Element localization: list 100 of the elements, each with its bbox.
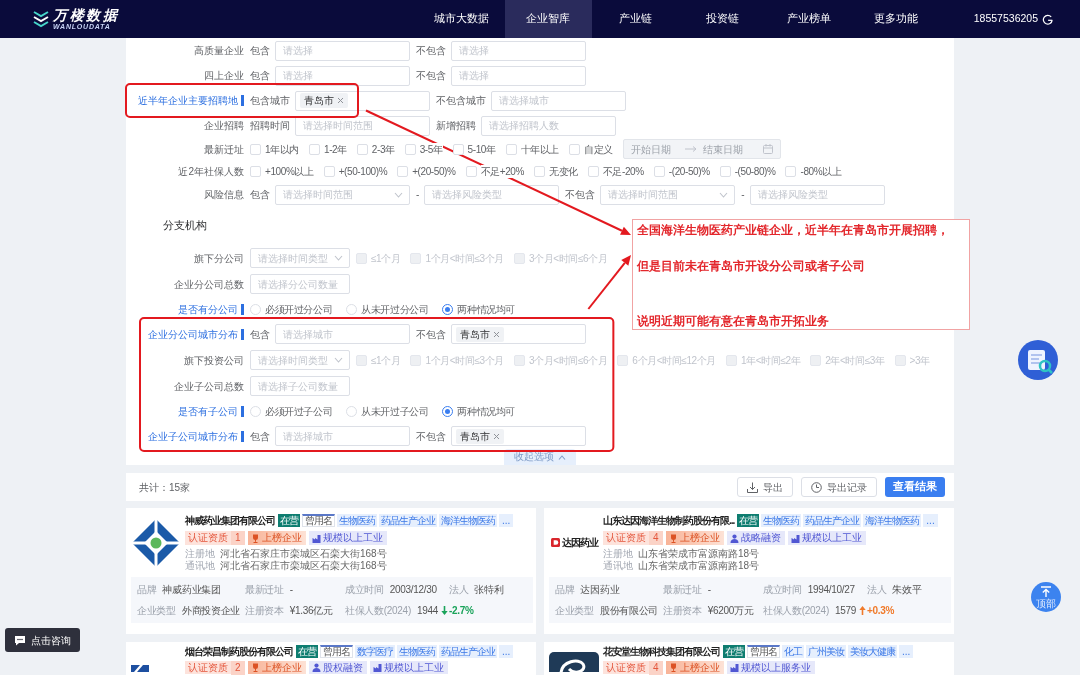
checkbox[interactable] (653, 165, 665, 177)
field-label: 不包含 (416, 44, 446, 57)
city-select-field[interactable]: 青岛市 (451, 426, 586, 446)
checkbox[interactable] (356, 143, 368, 155)
fact-label: 社保人数(2024) (763, 604, 829, 617)
nav-tab[interactable]: 企业智库 (504, 0, 592, 38)
logout-icon[interactable] (1042, 13, 1053, 25)
export-button[interactable]: 导出 (737, 477, 793, 497)
logo-mark-icon (550, 538, 560, 547)
industry-tag: 药品生产企业 (379, 513, 437, 527)
chevron-down-icon (394, 191, 403, 198)
former-name-tab[interactable]: 曾用名 (320, 645, 353, 658)
checkbox-label: +(20-50)% (412, 164, 456, 178)
checkbox[interactable] (534, 165, 545, 177)
company-name[interactable]: 烟台荣昌制药股份有限公司 (185, 645, 293, 658)
arrow-right-icon (684, 146, 697, 152)
company-name[interactable]: 山东达因海洋生物制药股份有限... (603, 513, 735, 527)
annotation-text: 但是目前未在青岛市开设分公司或者子公司 (637, 258, 866, 274)
city-select-field[interactable]: 青岛市 (295, 90, 430, 111)
checkbox-label: 无变化 (549, 164, 578, 178)
radio-button[interactable] (442, 303, 454, 315)
user-phone: 18557536205 (973, 12, 1038, 26)
checkbox[interactable] (465, 165, 477, 177)
tag-label: 认证资质 (605, 531, 647, 545)
address-text: 河北省石家庄市栾城区石栾大街168号 (220, 548, 387, 559)
fact-label: 最新迁址 (663, 583, 702, 596)
view-results-button[interactable]: 查看结果 (885, 477, 945, 497)
filter-label: 风险信息 (204, 189, 244, 200)
annotation-text: 全国海洋生物医药产业链企业，近半年在青岛市开展招聘， (637, 222, 950, 238)
checkbox[interactable] (250, 165, 261, 177)
filter-label: 是否有子公司 (178, 405, 244, 417)
chevron-down-icon (334, 255, 343, 261)
city-select-field[interactable]: 青岛市 (451, 324, 586, 344)
checkbox[interactable] (587, 165, 599, 177)
radio-label: 必须开过子公司 (265, 404, 333, 418)
former-name-tab[interactable]: 曾用名 (302, 513, 335, 527)
field-label: 新增招聘 (436, 119, 476, 132)
checkbox[interactable] (404, 143, 416, 155)
logo-text: 达因药业 (561, 537, 598, 548)
more-tags-button[interactable]: ... (499, 645, 514, 658)
arrow-up-icon (858, 606, 866, 615)
company-name[interactable]: 花安堂生物科技集团有限公司 (603, 645, 720, 658)
close-icon[interactable] (493, 432, 500, 440)
nav-tab[interactable]: 城市大数据 (417, 0, 505, 38)
nav-tab[interactable]: 更多功能 (852, 0, 940, 38)
filter-label: 是否有分公司 (178, 303, 244, 315)
checkbox[interactable] (397, 165, 409, 177)
fact-value: ¥1.36亿元 (289, 604, 333, 617)
checkbox[interactable] (250, 143, 261, 155)
fact-label: 最新迁址 (245, 583, 284, 596)
address-label: 通讯地 (185, 560, 215, 571)
consult-button[interactable]: 点击咨询 (5, 628, 80, 652)
checkbox[interactable] (719, 165, 731, 177)
nav-tab[interactable]: 产业链 (591, 0, 679, 38)
checkbox[interactable] (505, 143, 517, 155)
fact-value: - (289, 583, 293, 596)
fact-value: 股份有限公司 (599, 604, 658, 617)
checkbox[interactable] (785, 165, 797, 177)
company-logo (549, 652, 599, 672)
field-label: 包含 (250, 69, 270, 82)
fact-label: 注册资本 (663, 604, 702, 617)
tag-label: 规模以上工业 (322, 531, 383, 545)
more-tags-button[interactable]: ... (899, 645, 914, 658)
filter-label: 四上企业 (204, 70, 244, 81)
checkbox[interactable] (452, 143, 464, 155)
fact-value: 神威药业集团 (162, 583, 221, 596)
radio-button[interactable] (442, 405, 454, 417)
close-icon[interactable] (493, 330, 500, 338)
status-tag: 在营 (278, 513, 300, 527)
status-tag: 在营 (296, 645, 318, 658)
more-tags-button[interactable]: ... (923, 513, 938, 527)
tag-label: 上榜企业 (261, 660, 302, 675)
close-icon[interactable] (337, 97, 344, 104)
checkbox-label: 自定义 (583, 142, 613, 156)
industry-tag: 药品生产企业 (803, 513, 862, 527)
checkbox[interactable] (308, 143, 320, 155)
former-name-tab[interactable]: 曾用名 (747, 645, 780, 658)
checkbox-label: -(20-50)% (668, 164, 710, 178)
chevron-down-icon (334, 357, 343, 363)
checkbox[interactable] (568, 143, 580, 155)
document-search-icon[interactable] (1018, 340, 1058, 380)
industry-tag: 生物医药 (397, 645, 437, 658)
filter-label: 企业招聘 (204, 120, 244, 131)
section-title: 分支机构 (163, 219, 207, 233)
export-history-button[interactable]: 导出记录 (801, 477, 877, 497)
industry-tag: 化工 (782, 645, 804, 658)
nav-tab[interactable]: 投资链 (678, 0, 766, 38)
tag-label: 认证资质 (187, 660, 229, 675)
filter-label: 旗下分公司 (194, 252, 244, 264)
nav-tab[interactable]: 产业榜单 (765, 0, 853, 38)
fact-value: ¥6200万元 (707, 604, 754, 617)
tag-label: 青岛市 (460, 429, 490, 443)
person-icon (311, 663, 321, 672)
radio-label: 两种情况均可 (457, 302, 515, 316)
checkbox[interactable] (323, 165, 335, 177)
company-name[interactable]: 神威药业集团有限公司 (185, 513, 275, 527)
filter-label: 企业分公司城市分布 (148, 328, 244, 340)
result-count: 共计：15家 (139, 480, 191, 494)
more-tags-button[interactable]: ... (499, 513, 514, 527)
fact-label: 成立时间 (345, 583, 384, 596)
